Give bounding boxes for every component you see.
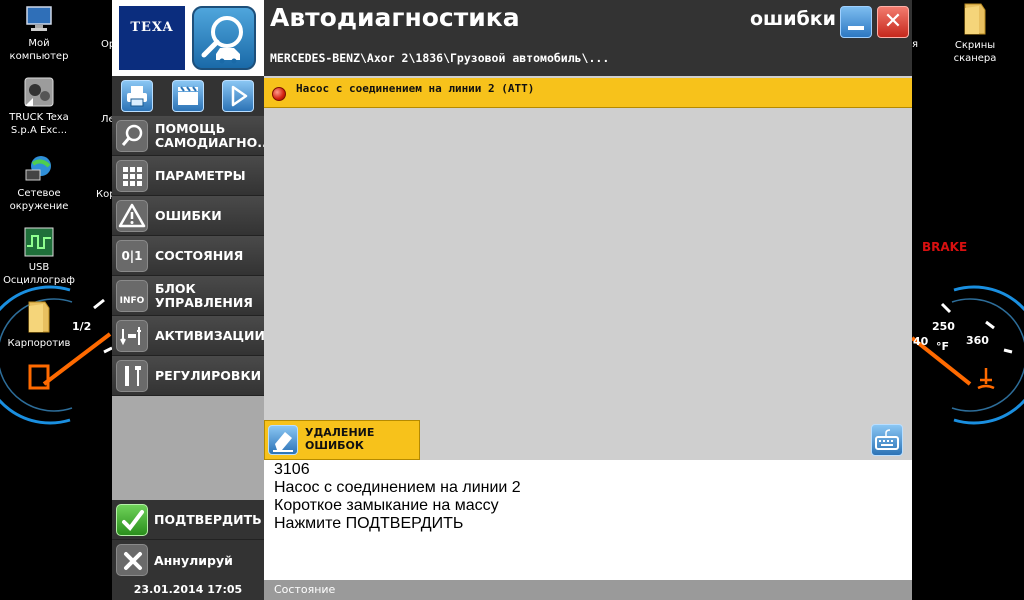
section-title: ошибки xyxy=(749,8,836,30)
close-button[interactable]: ✕ xyxy=(877,6,909,38)
menu-item-label: ПАРАМЕТРЫ xyxy=(155,167,246,183)
computer-icon xyxy=(26,6,52,31)
error-details: 3106 Насос с соединением на линии 2 Коро… xyxy=(264,460,912,580)
temp-gauge-mark: 360 xyxy=(966,334,989,347)
menu-item-label: АКТИВИЗАЦИИ xyxy=(155,327,265,343)
status-bar: Состояние xyxy=(264,580,912,600)
error-detail-line: Насос с соединением на линии 2 xyxy=(274,479,521,496)
brake-warning: BRAKE xyxy=(922,240,968,254)
temperature-gauge xyxy=(912,285,1024,425)
temp-gauge-unit: °F xyxy=(936,340,950,353)
magnifier-icon xyxy=(116,120,148,152)
menu-item-activations[interactable]: АКТИВИЗАЦИИ xyxy=(112,316,265,356)
confirm-label: ПОДТВЕРДИТЬ xyxy=(154,512,262,527)
menu-item-errors[interactable]: ОШИБКИ xyxy=(112,196,264,236)
desktop-icon-label: окружение xyxy=(9,201,69,212)
oscilloscope-icon xyxy=(24,227,54,257)
keyboard-icon xyxy=(875,429,899,450)
desktop-icon-label: S.p.A Exc... xyxy=(10,125,68,136)
print-button[interactable] xyxy=(121,80,153,112)
desktop-icon-usb-oscilloscope[interactable]: USB Осциллограф xyxy=(0,226,78,287)
toolbar xyxy=(112,76,264,116)
partial-label: я xyxy=(912,39,919,50)
cancel-label: Аннулируй xyxy=(154,552,233,568)
magnifier-car-icon xyxy=(201,16,243,64)
desktop-icon-my-computer[interactable]: Мой компьютер xyxy=(0,4,78,63)
video-button[interactable] xyxy=(172,80,204,112)
clapperboard-icon xyxy=(178,86,198,105)
logo-area: TEXA xyxy=(112,0,264,76)
warning-icon xyxy=(116,200,148,232)
activation-icon xyxy=(116,320,148,352)
clear-errors-label-line: УДАЛЕНИЕ xyxy=(305,426,375,439)
error-list-item[interactable]: Насос с соединением на линии 2 (АТТ) xyxy=(264,78,912,108)
desktop-icon-label: компьютер xyxy=(9,51,69,62)
truck-texa-icon xyxy=(24,77,54,107)
play-icon xyxy=(231,85,248,107)
date-time: 23.01.2014 17:05 xyxy=(112,580,264,600)
play-button[interactable] xyxy=(222,80,254,112)
desktop: Мой компьютер TRUCK Texa S.p.A Exc... Се… xyxy=(0,0,1024,600)
menu-item-label: РЕГУЛИРОВКИ xyxy=(155,367,262,383)
tools-icon xyxy=(116,360,148,392)
desktop-icon-scanner-screenshots[interactable]: Скрины сканера xyxy=(936,2,1014,65)
desktop-icon-karporotiv[interactable]: Карпоротив xyxy=(0,300,78,350)
brand-name: TEXA xyxy=(130,20,174,35)
eraser-icon xyxy=(268,425,298,455)
cancel-icon xyxy=(116,544,148,576)
menu-item-label: ОШИБКИ xyxy=(155,207,222,223)
texa-app-window: TEXA Автодиагностика ошибки ✕ MERCEDES-B… xyxy=(112,0,912,600)
app-title: Автодиагностика xyxy=(270,3,520,32)
state-icon: 0|1 xyxy=(116,240,148,272)
network-icon xyxy=(25,156,51,181)
folder-icon xyxy=(964,3,986,35)
minimize-button[interactable] xyxy=(840,6,872,38)
keyboard-button[interactable] xyxy=(871,424,903,456)
menu-item-control-unit[interactable]: INFO БЛОК УПРАВЛЕНИЯ xyxy=(112,276,264,316)
menu-item-parameters[interactable]: ПАРАМЕТРЫ xyxy=(112,156,264,196)
menu-item-label: СОСТОЯНИЯ xyxy=(155,247,244,263)
menu-empty-area xyxy=(112,396,264,500)
title-bar: Автодиагностика ошибки ✕ MERCEDES-BENZ\A… xyxy=(264,0,912,76)
menu-item-states[interactable]: 0|1 СОСТОЯНИЯ xyxy=(112,236,264,276)
desktop-icon-label: Сетевое xyxy=(17,188,61,199)
confirm-button[interactable]: ПОДТВЕРДИТЬ xyxy=(112,500,264,540)
clear-errors-label-line: ОШИБОК xyxy=(305,439,364,452)
desktop-icon-label: Мой xyxy=(28,38,50,49)
desktop-icon-label: TRUCK Texa xyxy=(9,112,69,123)
desktop-icon-truck-texa[interactable]: TRUCK Texa S.p.A Exc... xyxy=(0,76,78,137)
error-description: Насос с соединением на линии 2 (АТТ) xyxy=(296,82,535,95)
breadcrumb: MERCEDES-BENZ\Axor 2\1836\Грузовой автом… xyxy=(270,51,610,65)
clear-errors-label: УДАЛЕНИЕ ОШИБОК xyxy=(305,426,374,452)
menu-item-label: ПОМОЩЬ САМОДИАГНО... xyxy=(155,120,272,150)
desktop-icon-label: Скрины xyxy=(954,40,996,51)
errors-panel: Насос с соединением на линии 2 (АТТ) УДА… xyxy=(264,76,912,600)
grid-icon xyxy=(116,160,148,192)
menu-item-adjustments[interactable]: РЕГУЛИРОВКИ xyxy=(112,356,264,396)
error-status-icon xyxy=(272,87,286,101)
desktop-icon-label: USB xyxy=(28,262,50,273)
desktop-icon-label: сканера xyxy=(953,53,997,64)
checkmark-icon xyxy=(116,504,148,536)
desktop-icon-network[interactable]: Сетевое окружение xyxy=(0,152,78,213)
temp-gauge-mark: 40 xyxy=(913,335,929,348)
autodiagnostics-icon xyxy=(192,6,256,70)
cancel-button[interactable]: Аннулируй xyxy=(112,540,264,580)
menu-item-label: БЛОК УПРАВЛЕНИЯ xyxy=(155,280,253,310)
menu-item-self-diagnosis-help[interactable]: ПОМОЩЬ САМОДИАГНО... xyxy=(112,116,272,156)
folder-icon xyxy=(28,301,50,333)
error-detail-line: Нажмите ПОДТВЕРДИТЬ xyxy=(274,515,464,532)
side-menu: ПОМОЩЬ САМОДИАГНО... ПАРАМЕТРЫ ОШИБКИ 0|… xyxy=(112,116,272,396)
error-detail-line: Короткое замыкание на массу xyxy=(274,497,499,514)
desktop-icon-label: Карпоротив xyxy=(7,338,71,349)
printer-icon xyxy=(127,86,147,107)
texa-logo: TEXA xyxy=(119,6,185,70)
temp-gauge-mark: 250 xyxy=(932,320,955,333)
error-code: 3106 xyxy=(274,461,310,478)
clear-errors-button[interactable]: УДАЛЕНИЕ ОШИБОК xyxy=(264,420,420,460)
info-icon: INFO xyxy=(116,280,148,312)
